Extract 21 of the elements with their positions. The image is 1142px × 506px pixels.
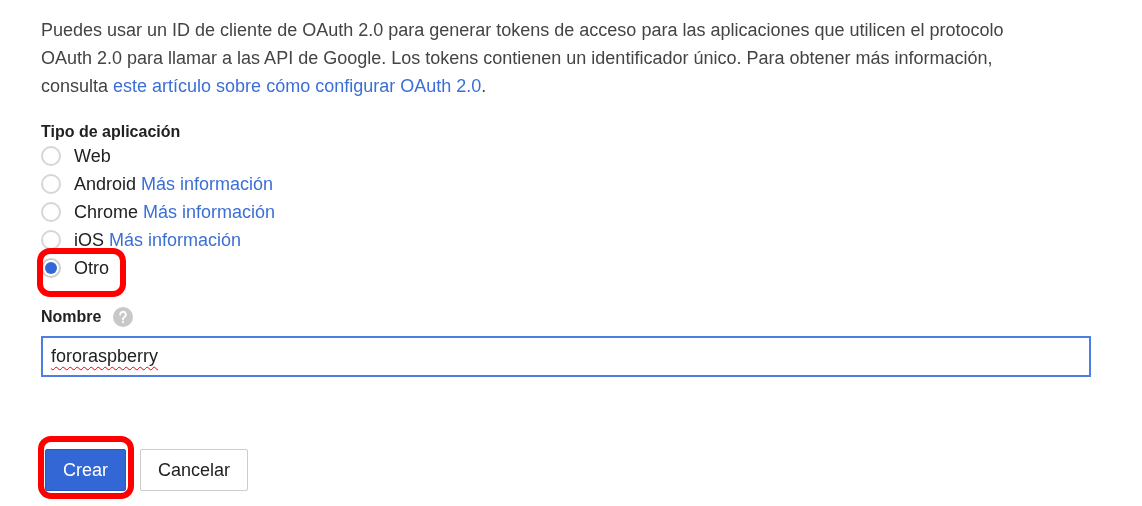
radio-button[interactable] [41,202,61,222]
section-label: Tipo de aplicación [41,122,181,142]
radio-button[interactable] [41,258,61,278]
more-info-link[interactable]: Más información [141,173,274,195]
more-info-link[interactable]: Más información [109,229,242,251]
help-icon[interactable] [113,307,134,327]
option-label: Android [74,173,137,195]
option-label: Otro [74,257,109,279]
intro-paragraph: Puedes usar un ID de cliente de OAuth 2.0 para generar tokens de acceso para las aplicaciones que utilicen el protocolo OAuth 2.0 para llamar a las API de Google. Los tokens contienen un identificador único. Para obtener más información, consulta este artículo sobre cómo configurar OAuth 2.0. [41,19,1005,98]
article-link[interactable]: este artículo sobre cómo configurar OAuth 2.0 [113,76,482,96]
name-input-field[interactable]: fororaspberry [41,336,1091,377]
radio-button[interactable] [41,146,61,166]
create-button[interactable]: Crear [45,449,126,491]
option-label: Web [74,145,111,167]
radio-button[interactable] [41,174,61,194]
option-label: Chrome [74,201,139,223]
option-label: iOS [74,229,104,251]
more-info-link[interactable]: Más información [143,201,276,223]
field-label: Nombre [41,308,102,326]
cancel-button[interactable]: Cancelar [140,449,249,491]
radio-button[interactable] [41,230,61,250]
